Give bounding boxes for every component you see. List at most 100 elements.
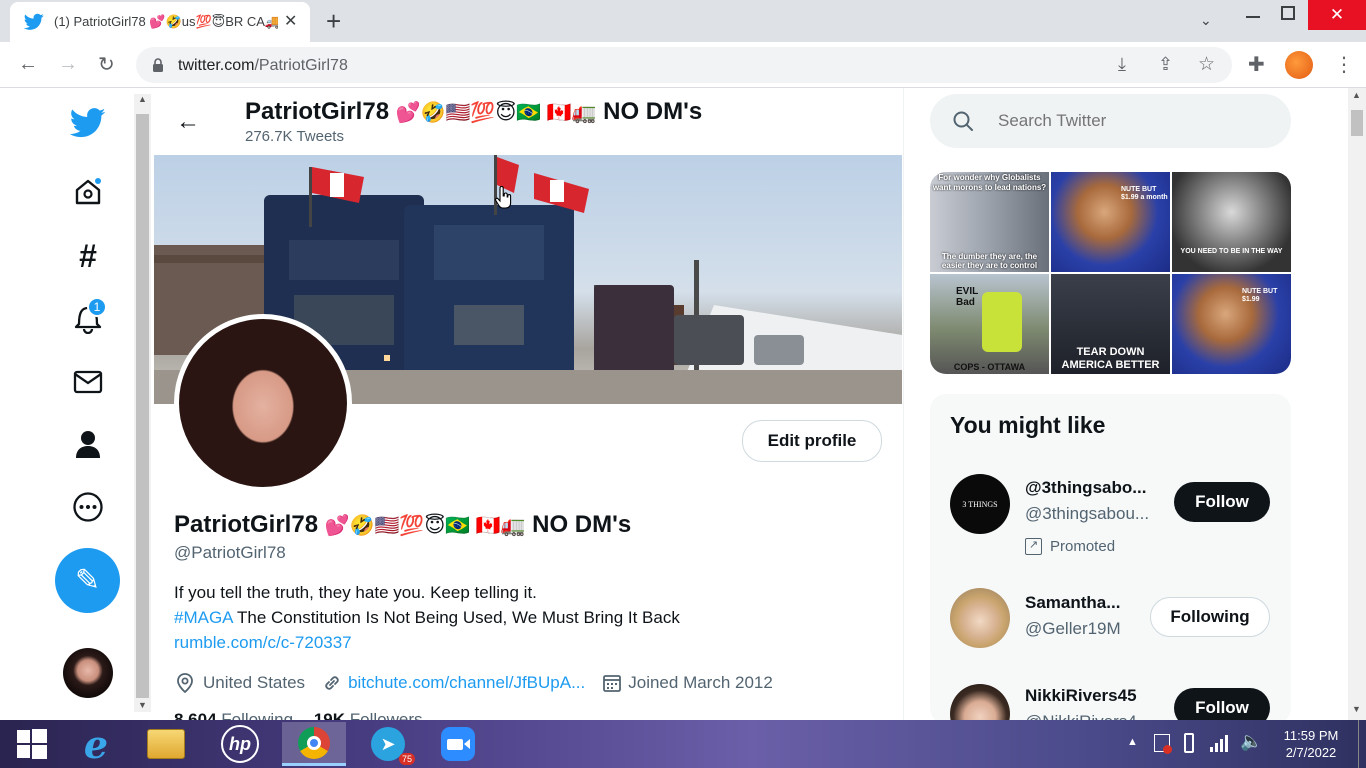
follow-button-1[interactable]: Follow bbox=[1174, 482, 1270, 522]
followers-link[interactable]: 19K Followers bbox=[314, 710, 423, 720]
suggestion-2-avatar[interactable] bbox=[950, 588, 1010, 648]
url-text: twitter.com/PatriotGirl78 bbox=[178, 57, 348, 75]
minimize-icon[interactable] bbox=[1246, 16, 1260, 18]
chrome-menu-icon[interactable]: ⋮ bbox=[1334, 52, 1354, 77]
suggestion-3-name[interactable]: NikkiRivers45 bbox=[1025, 686, 1137, 706]
twitter-logo-icon[interactable] bbox=[70, 105, 106, 141]
show-desktop-button[interactable] bbox=[1358, 720, 1366, 768]
bio-hashtag-link[interactable]: #MAGA bbox=[174, 608, 233, 627]
address-bar[interactable]: twitter.com/PatriotGirl78 ⤓ ⇪ ☆ bbox=[136, 47, 1232, 83]
close-tab-icon[interactable]: ✕ bbox=[284, 11, 297, 31]
tab-search-icon[interactable]: ⌄ bbox=[1200, 12, 1212, 29]
suggestion-2-name[interactable]: Samantha... bbox=[1025, 593, 1120, 613]
back-arrow-icon[interactable]: ← bbox=[18, 53, 38, 76]
suggestion-1-handle[interactable]: @3thingsabou... bbox=[1025, 504, 1149, 524]
suggestion-2-handle[interactable]: @Geller19M bbox=[1025, 619, 1121, 639]
edit-profile-button[interactable]: Edit profile bbox=[742, 420, 882, 462]
profile-meta-row: United States bitchute.com/channel/JfBUp… bbox=[174, 671, 773, 695]
telegram-icon[interactable]: ➤ 75 bbox=[356, 722, 420, 766]
zoom-icon[interactable] bbox=[426, 722, 490, 766]
search-input[interactable] bbox=[998, 108, 1268, 134]
media-thumb-4[interactable]: EVIL Bad COPS - OTTAWA bbox=[930, 274, 1049, 374]
close-window-icon[interactable]: ✕ bbox=[1308, 0, 1366, 30]
reload-icon[interactable]: ↻ bbox=[98, 52, 115, 77]
maximize-icon[interactable] bbox=[1281, 6, 1295, 20]
following-link[interactable]: 8,604 Following bbox=[174, 710, 293, 720]
internet-explorer-icon[interactable]: e bbox=[64, 722, 128, 767]
account-avatar[interactable] bbox=[63, 648, 113, 698]
browser-tab[interactable]: (1) PatriotGirl78 💕🤣us💯😇BR CA🚚 ✕ bbox=[10, 2, 310, 42]
follow-button-3[interactable]: Follow bbox=[1174, 688, 1270, 720]
new-tab-button[interactable]: + bbox=[326, 6, 341, 37]
telegram-paper-plane-icon: ➤ bbox=[380, 733, 396, 754]
page-scroll-down-icon[interactable]: ▼ bbox=[1352, 704, 1361, 714]
suggestion-3-avatar[interactable] bbox=[950, 684, 1010, 720]
page-scrollbar-thumb[interactable] bbox=[1351, 110, 1363, 136]
profile-person-icon[interactable] bbox=[70, 426, 106, 462]
location-pin-icon bbox=[177, 673, 193, 694]
following-button-2[interactable]: Following bbox=[1150, 597, 1270, 637]
messages-mail-icon[interactable] bbox=[70, 364, 106, 400]
page-scroll-up-icon[interactable]: ▲ bbox=[1352, 90, 1361, 100]
network-signal-icon[interactable] bbox=[1210, 734, 1230, 752]
search-box[interactable] bbox=[930, 94, 1291, 148]
followers-label: Followers bbox=[349, 710, 423, 720]
home-icon[interactable] bbox=[70, 174, 106, 210]
profile-main-column: ← PatriotGirl78 💕🤣🇺🇸💯😇🇧🇷 🇨🇦🚛 NO DM's 276… bbox=[154, 88, 902, 720]
media-thumb-3[interactable]: YOU NEED TO BE IN THE WAY bbox=[1172, 172, 1291, 272]
media-thumb-5[interactable]: TEAR DOWN AMERICA BETTER bbox=[1051, 274, 1170, 374]
page-scrollbar[interactable]: ▲ ▼ bbox=[1348, 88, 1366, 720]
media-4-vest-shape bbox=[982, 292, 1022, 352]
twitter-favicon-icon bbox=[24, 13, 44, 30]
media-thumb-2[interactable]: NUTE BUT $1.99 a month bbox=[1051, 172, 1170, 272]
suggestion-1-name[interactable]: @3thingsabo... bbox=[1025, 478, 1146, 498]
chrome-taskbar-icon[interactable] bbox=[282, 722, 346, 766]
hp-app-icon[interactable]: hp bbox=[208, 722, 272, 766]
main-scrollbar[interactable]: ▲ ▼ bbox=[134, 94, 151, 712]
right-sidebar: For wonder why Globalists want morons to… bbox=[903, 88, 1346, 720]
install-app-icon[interactable]: ⤓ bbox=[1118, 54, 1126, 75]
main-scrollbar-thumb[interactable] bbox=[136, 114, 149, 698]
media-thumb-1[interactable]: For wonder why Globalists want morons to… bbox=[930, 172, 1049, 272]
header-name: PatriotGirl78 bbox=[245, 98, 390, 125]
media-thumb-6[interactable]: NUTE BUT $1.99 bbox=[1172, 274, 1291, 374]
bookmark-star-icon[interactable]: ☆ bbox=[1198, 53, 1215, 76]
suggestion-1-avatar-text: 3 THINGS bbox=[962, 499, 998, 509]
who-to-follow-title: You might like bbox=[950, 412, 1106, 438]
profile-website-link[interactable]: bitchute.com/channel/JfBUpA... bbox=[348, 673, 585, 693]
media-1-top-caption: For wonder why Globalists want morons to… bbox=[932, 173, 1047, 192]
scroll-up-arrow-icon[interactable]: ▲ bbox=[138, 94, 147, 104]
lock-icon[interactable] bbox=[152, 58, 164, 73]
suggestion-3-handle[interactable]: @NikkiRivers4... bbox=[1025, 712, 1151, 720]
browser-tab-bar: (1) PatriotGirl78 💕🤣us💯😇BR CA🚚 ✕ + ⌄ ✕ bbox=[0, 0, 1366, 42]
profile-avatar[interactable] bbox=[174, 314, 352, 492]
tray-overflow-icon[interactable]: ▲ bbox=[1127, 736, 1138, 748]
forward-arrow-icon[interactable]: → bbox=[58, 53, 78, 76]
start-button[interactable] bbox=[0, 722, 64, 766]
search-icon bbox=[953, 111, 973, 131]
bio-line-2-text: The Constitution Is Not Being Used, We M… bbox=[232, 608, 680, 627]
extensions-puzzle-icon[interactable]: ✚ bbox=[1248, 52, 1265, 77]
clock-date: 2/7/2022 bbox=[1285, 745, 1337, 760]
telegram-badge: 75 bbox=[398, 753, 415, 765]
promoted-arrow-icon: ↗ bbox=[1025, 538, 1042, 555]
more-options-icon[interactable] bbox=[70, 489, 106, 525]
who-to-follow-panel: You might like 3 THINGS @3thingsabo... @… bbox=[930, 394, 1291, 720]
clock[interactable]: 11:59 PM 2/7/2022 bbox=[1276, 727, 1346, 761]
profile-avatar-icon[interactable] bbox=[1285, 51, 1313, 79]
suggestion-1-avatar[interactable]: 3 THINGS bbox=[950, 474, 1010, 534]
media-6-caption: NUTE BUT $1.99 bbox=[1242, 288, 1278, 303]
scroll-down-arrow-icon[interactable]: ▼ bbox=[138, 700, 147, 710]
file-explorer-icon[interactable] bbox=[134, 722, 198, 766]
explore-hashtag-icon[interactable]: # bbox=[70, 238, 106, 274]
promoted-label: Promoted bbox=[1050, 538, 1116, 555]
media-5-caption: TEAR DOWN AMERICA BETTER bbox=[1061, 346, 1160, 371]
tray-flag-icon[interactable] bbox=[1154, 734, 1172, 754]
share-icon[interactable]: ⇪ bbox=[1158, 54, 1173, 75]
battery-icon[interactable] bbox=[1184, 733, 1194, 753]
compose-tweet-button[interactable]: ✎ bbox=[55, 548, 120, 613]
back-arrow-icon[interactable]: ← bbox=[176, 108, 200, 136]
volume-icon[interactable]: 🔈 bbox=[1240, 731, 1262, 752]
bio-rumble-link[interactable]: rumble.com/c/c-720337 bbox=[174, 633, 352, 653]
bio-line-2: #MAGA The Constitution Is Not Being Used… bbox=[174, 608, 680, 628]
